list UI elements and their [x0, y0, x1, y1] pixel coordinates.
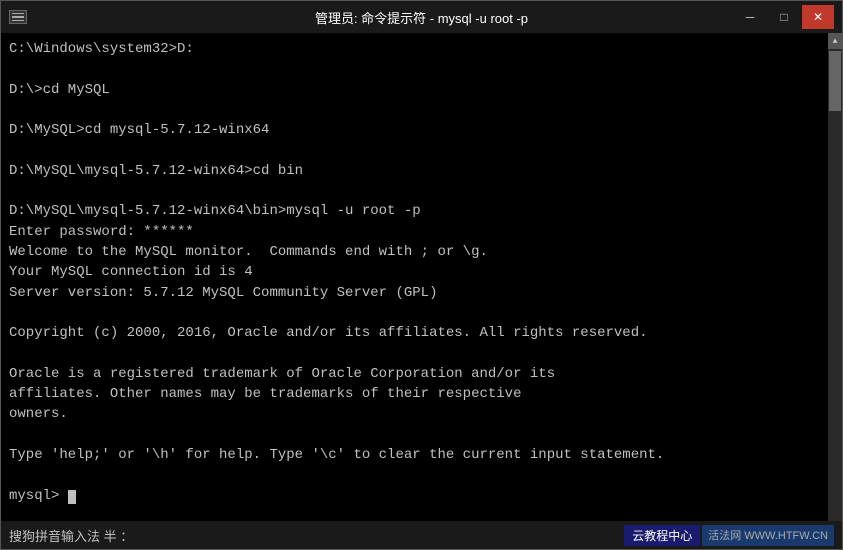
- cmd-icon: [9, 10, 27, 24]
- minimize-button[interactable]: ─: [734, 5, 766, 29]
- brand-area: 云教程中心 活法网 WWW.HTFW.CN: [624, 525, 834, 546]
- terminal-output[interactable]: C:\Windows\system32>D: D:\>cd MySQL D:\M…: [1, 33, 828, 521]
- website-label: 活法网 WWW.HTFW.CN: [702, 525, 834, 546]
- restore-button[interactable]: □: [768, 5, 800, 29]
- title-bar-left: [9, 10, 27, 24]
- title-bar: 管理员: 命令提示符 - mysql -u root -p ─ □ ✕: [1, 1, 842, 33]
- terminal-text: C:\Windows\system32>D: D:\>cd MySQL D:\M…: [9, 39, 820, 506]
- close-button[interactable]: ✕: [802, 5, 834, 29]
- cmd-window: 管理员: 命令提示符 - mysql -u root -p ─ □ ✕ C:\W…: [0, 0, 843, 550]
- content-area: C:\Windows\system32>D: D:\>cd MySQL D:\M…: [1, 33, 842, 521]
- scrollbar-thumb[interactable]: [829, 51, 841, 111]
- cursor: [68, 490, 76, 504]
- scrollbar[interactable]: ▲: [828, 33, 842, 521]
- brand-label: 云教程中心: [624, 525, 700, 546]
- ime-indicator: 搜狗拼音输入法 半 ：: [9, 526, 133, 545]
- window-controls: ─ □ ✕: [734, 5, 834, 29]
- bottom-bar: 搜狗拼音输入法 半 ： 云教程中心 活法网 WWW.HTFW.CN: [1, 521, 842, 549]
- scroll-up-button[interactable]: ▲: [828, 33, 842, 49]
- window-title: 管理员: 命令提示符 - mysql -u root -p: [315, 8, 528, 27]
